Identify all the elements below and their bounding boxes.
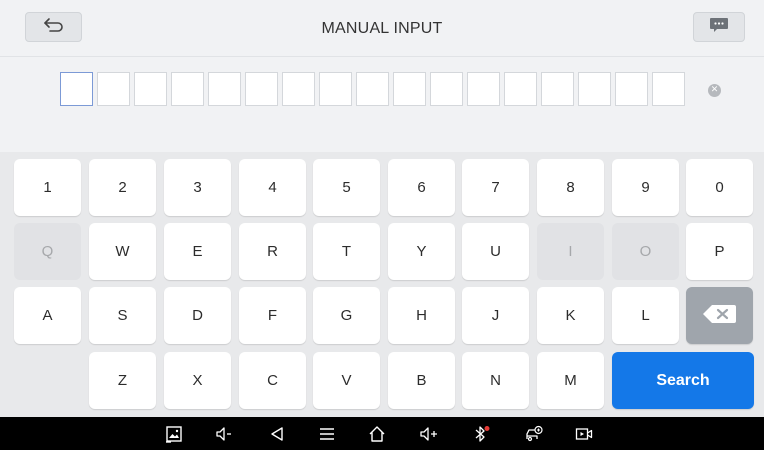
key-6[interactable]: 6 bbox=[388, 159, 455, 216]
vin-char-box[interactable] bbox=[60, 72, 93, 106]
backspace-icon bbox=[702, 302, 738, 330]
key-t[interactable]: T bbox=[313, 223, 380, 280]
home-icon[interactable] bbox=[368, 425, 386, 443]
key-2[interactable]: 2 bbox=[89, 159, 156, 216]
key-1[interactable]: 1 bbox=[14, 159, 81, 216]
nav-back-icon[interactable] bbox=[268, 425, 286, 443]
key-7[interactable]: 7 bbox=[462, 159, 529, 216]
vin-char-box[interactable] bbox=[467, 72, 500, 106]
key-d[interactable]: D bbox=[164, 287, 231, 344]
header-bar: MANUAL INPUT bbox=[0, 0, 764, 57]
key-v[interactable]: V bbox=[313, 352, 380, 409]
backspace-button[interactable] bbox=[686, 287, 753, 344]
vin-char-box[interactable] bbox=[615, 72, 648, 106]
key-h[interactable]: H bbox=[388, 287, 455, 344]
key-c[interactable]: C bbox=[239, 352, 306, 409]
vin-input-boxes[interactable] bbox=[60, 72, 689, 106]
key-q[interactable]: Q bbox=[14, 223, 81, 280]
key-r[interactable]: R bbox=[239, 223, 306, 280]
key-0[interactable]: 0 bbox=[686, 159, 753, 216]
key-8[interactable]: 8 bbox=[537, 159, 604, 216]
key-z[interactable]: Z bbox=[89, 352, 156, 409]
key-o[interactable]: O bbox=[612, 223, 679, 280]
screenshot-icon[interactable] bbox=[165, 425, 183, 443]
page-title: MANUAL INPUT bbox=[321, 20, 443, 37]
vin-char-box[interactable] bbox=[541, 72, 574, 106]
vin-char-box[interactable] bbox=[356, 72, 389, 106]
bluetooth-icon[interactable] bbox=[472, 425, 490, 443]
search-button[interactable]: Search bbox=[612, 352, 754, 409]
key-g[interactable]: G bbox=[313, 287, 380, 344]
vehicle-diagnostics-icon[interactable] bbox=[525, 425, 543, 443]
vin-char-box[interactable] bbox=[282, 72, 315, 106]
volume-down-icon[interactable] bbox=[215, 425, 233, 443]
screen-record-icon[interactable] bbox=[575, 425, 593, 443]
key-f[interactable]: F bbox=[239, 287, 306, 344]
system-nav-bar bbox=[0, 417, 764, 450]
menu-icon[interactable] bbox=[318, 425, 336, 443]
key-m[interactable]: M bbox=[537, 352, 604, 409]
vin-char-box[interactable] bbox=[319, 72, 352, 106]
vin-char-box[interactable] bbox=[578, 72, 611, 106]
key-n[interactable]: N bbox=[462, 352, 529, 409]
key-x[interactable]: X bbox=[164, 352, 231, 409]
key-j[interactable]: J bbox=[462, 287, 529, 344]
vin-char-box[interactable] bbox=[652, 72, 685, 106]
key-4[interactable]: 4 bbox=[239, 159, 306, 216]
key-y[interactable]: Y bbox=[388, 223, 455, 280]
vin-char-box[interactable] bbox=[504, 72, 537, 106]
key-e[interactable]: E bbox=[164, 223, 231, 280]
key-k[interactable]: K bbox=[537, 287, 604, 344]
key-s[interactable]: S bbox=[89, 287, 156, 344]
key-w[interactable]: W bbox=[89, 223, 156, 280]
vin-char-box[interactable] bbox=[134, 72, 167, 106]
key-i[interactable]: I bbox=[537, 223, 604, 280]
volume-up-icon[interactable] bbox=[420, 425, 438, 443]
key-l[interactable]: L bbox=[612, 287, 679, 344]
feedback-button[interactable] bbox=[693, 12, 745, 42]
virtual-keyboard: 1 2 3 4 5 6 7 8 9 0 Q W E R T Y U I O P A S D F G H J K L Z X C V B N M Sear… bbox=[0, 152, 764, 417]
clear-icon[interactable]: ✕ bbox=[708, 84, 721, 97]
key-p[interactable]: P bbox=[686, 223, 753, 280]
chat-bubble-icon bbox=[709, 17, 729, 38]
key-5[interactable]: 5 bbox=[313, 159, 380, 216]
vin-char-box[interactable] bbox=[171, 72, 204, 106]
key-9[interactable]: 9 bbox=[612, 159, 679, 216]
vin-char-box[interactable] bbox=[97, 72, 130, 106]
vin-char-box[interactable] bbox=[430, 72, 463, 106]
key-a[interactable]: A bbox=[14, 287, 81, 344]
vin-char-box[interactable] bbox=[245, 72, 278, 106]
key-3[interactable]: 3 bbox=[164, 159, 231, 216]
manual-input-screen: MANUAL INPUT ✕ 1234567890 QWERTYUIOP ASDFG… bbox=[0, 0, 764, 450]
vin-char-box[interactable] bbox=[393, 72, 426, 106]
key-u[interactable]: U bbox=[462, 223, 529, 280]
vin-input-area: ✕ bbox=[0, 57, 764, 152]
vin-char-box[interactable] bbox=[208, 72, 241, 106]
key-b[interactable]: B bbox=[388, 352, 455, 409]
